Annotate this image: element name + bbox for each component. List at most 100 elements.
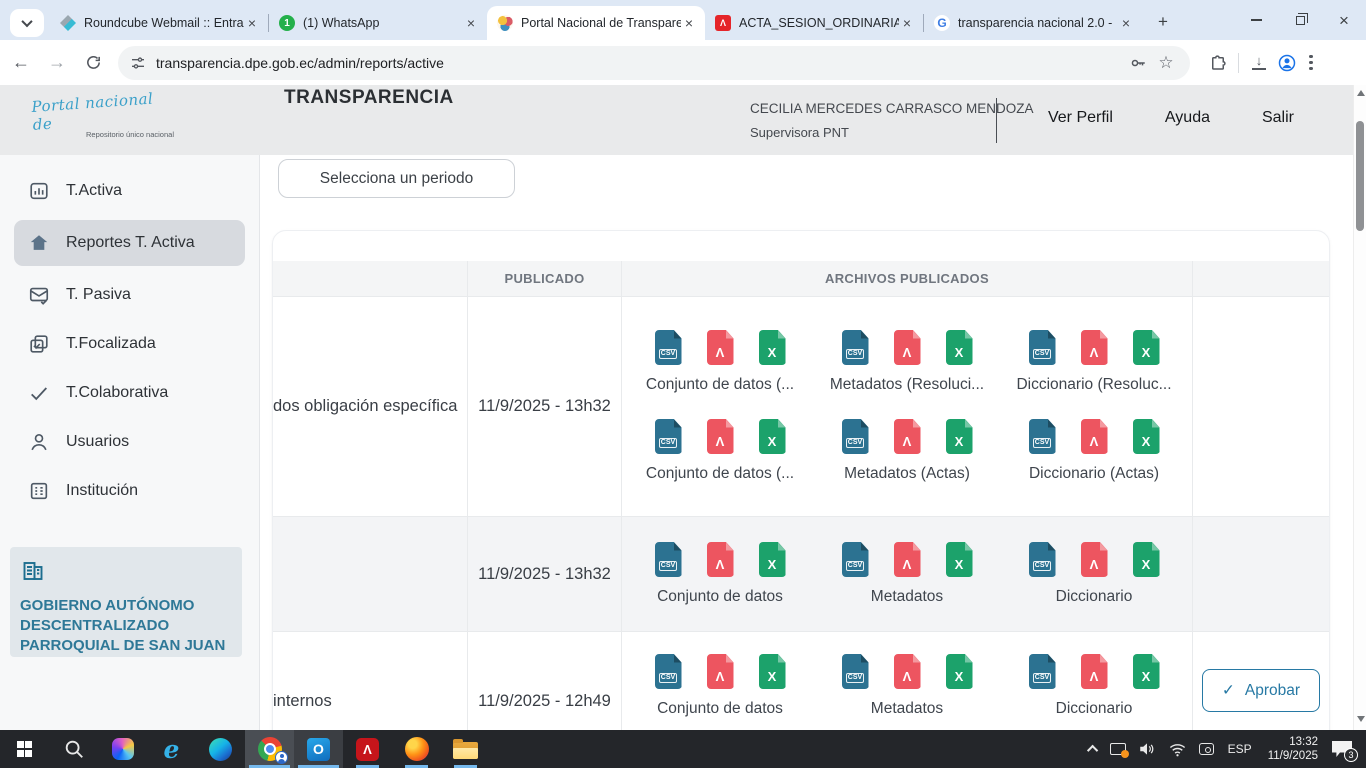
pdf-file-icon[interactable] (1081, 654, 1108, 689)
csv-file-icon[interactable]: CSV (1029, 654, 1056, 689)
copilot-button[interactable] (98, 730, 147, 768)
close-tab-icon[interactable]: × (899, 15, 915, 31)
outlook-button[interactable]: O (294, 730, 343, 768)
edge-button[interactable] (196, 730, 245, 768)
reload-button[interactable] (78, 48, 108, 78)
new-tab-button[interactable]: + (1150, 9, 1176, 35)
taskbar-clock[interactable]: 13:32 11/9/2025 (1260, 735, 1326, 763)
tab-search-button[interactable] (10, 9, 44, 37)
xls-file-icon[interactable]: X (1133, 330, 1160, 365)
sidebar-item-t-pasiva[interactable]: T. Pasiva (14, 275, 245, 315)
sidebar-item-reportes-t-activa[interactable]: Reportes T. Activa (14, 220, 245, 266)
csv-file-icon[interactable]: CSV (655, 542, 682, 577)
pdf-file-icon[interactable] (894, 419, 921, 454)
sidebar-item-t-focalizada[interactable]: T.Focalizada (14, 324, 245, 364)
csv-file-icon[interactable]: CSV (655, 419, 682, 454)
sidebar-item-institucion[interactable]: Institución (14, 471, 245, 511)
tab-roundcube[interactable]: Roundcube Webmail :: Entra × (50, 6, 268, 40)
tray-expand-button[interactable] (1084, 730, 1104, 768)
xls-file-icon[interactable]: X (946, 542, 973, 577)
xls-file-icon[interactable]: X (1133, 654, 1160, 689)
xls-file-icon[interactable]: X (946, 419, 973, 454)
csv-file-icon[interactable]: CSV (1029, 419, 1056, 454)
sidebar-item-t-colaborativa[interactable]: T.Colaborativa (14, 373, 245, 413)
pdf-file-icon[interactable] (707, 330, 734, 365)
csv-file-icon[interactable]: CSV (842, 419, 869, 454)
close-window-button[interactable]: × (1322, 0, 1366, 40)
chrome-profile-badge (275, 751, 288, 764)
chrome-button[interactable] (245, 730, 294, 768)
profile-button[interactable] (1273, 49, 1301, 77)
copy-check-icon (28, 333, 50, 355)
url-text[interactable]: transparencia.dpe.gob.ec/admin/reports/a… (156, 55, 1124, 71)
xls-file-icon[interactable]: X (1133, 419, 1160, 454)
period-selector[interactable]: Selecciona un periodo (278, 159, 515, 198)
pdf-file-icon[interactable] (1081, 419, 1108, 454)
csv-file-icon[interactable]: CSV (1029, 330, 1056, 365)
pdf-file-icon[interactable] (707, 654, 734, 689)
file-explorer-button[interactable] (441, 730, 490, 768)
browser-menu-button[interactable] (1301, 55, 1327, 71)
csv-file-icon[interactable]: CSV (842, 654, 869, 689)
bookmark-star-button[interactable]: ☆ (1152, 49, 1180, 77)
tab-google-search[interactable]: G transparencia nacional 2.0 - × (924, 6, 1142, 40)
tray-wifi-button[interactable] (1162, 730, 1193, 768)
taskbar-search-button[interactable] (49, 730, 98, 768)
minimize-button[interactable] (1234, 0, 1278, 40)
xls-file-icon[interactable]: X (946, 654, 973, 689)
sidebar-item-usuarios[interactable]: Usuarios (14, 422, 245, 462)
menu-salir[interactable]: Salir (1262, 109, 1294, 127)
menu-ayuda[interactable]: Ayuda (1165, 109, 1210, 127)
firefox-button[interactable] (392, 730, 441, 768)
pdf-file-icon[interactable] (1081, 330, 1108, 365)
csv-file-icon[interactable]: CSV (655, 654, 682, 689)
close-tab-icon[interactable]: × (681, 15, 697, 31)
close-tab-icon[interactable]: × (244, 15, 260, 31)
aprobar-button[interactable]: ✓ Aprobar (1202, 669, 1320, 712)
downloads-button[interactable]: ↓ (1245, 49, 1273, 77)
back-button[interactable]: ← (6, 48, 36, 78)
maximize-button[interactable] (1278, 0, 1322, 40)
scroll-down-arrow[interactable] (1357, 716, 1365, 722)
password-key-button[interactable] (1124, 49, 1152, 77)
pdf-file-icon[interactable] (894, 654, 921, 689)
tray-volume-button[interactable] (1132, 730, 1162, 768)
xls-file-icon[interactable]: X (759, 419, 786, 454)
tab-whatsapp[interactable]: 1 (1) WhatsApp × (269, 6, 487, 40)
pdf-file-icon[interactable] (707, 419, 734, 454)
scrollbar-thumb[interactable] (1356, 121, 1364, 231)
start-button[interactable] (0, 730, 49, 768)
close-tab-icon[interactable]: × (463, 15, 479, 31)
institution-card[interactable]: GOBIERNO AUTÓNOMO DESCENTRALIZADO PARROQ… (10, 547, 242, 657)
xls-file-icon[interactable]: X (759, 330, 786, 365)
csv-file-icon[interactable]: CSV (842, 542, 869, 577)
notification-center-button[interactable]: 3 (1326, 730, 1366, 768)
pdf-file-icon[interactable] (1081, 542, 1108, 577)
menu-ver-perfil[interactable]: Ver Perfil (1048, 109, 1113, 127)
pdf-file-icon[interactable] (707, 542, 734, 577)
site-settings-icon[interactable] (130, 55, 146, 71)
scroll-up-arrow[interactable] (1357, 90, 1365, 96)
acrobat-button[interactable]: Λ (343, 730, 392, 768)
close-tab-icon[interactable]: × (1118, 15, 1134, 31)
tray-meet-button[interactable] (1193, 730, 1220, 768)
extensions-button[interactable] (1204, 49, 1232, 77)
address-bar[interactable]: transparencia.dpe.gob.ec/admin/reports/a… (118, 46, 1190, 80)
tray-display-button[interactable] (1104, 730, 1132, 768)
xls-file-icon[interactable]: X (946, 330, 973, 365)
language-indicator[interactable]: ESP (1220, 730, 1260, 768)
forward-button[interactable]: → (42, 48, 72, 78)
xls-file-icon[interactable]: X (759, 654, 786, 689)
sidebar-item-t-activa[interactable]: T.Activa (14, 171, 245, 211)
page-scrollbar[interactable] (1353, 85, 1366, 730)
xls-file-icon[interactable]: X (1133, 542, 1160, 577)
xls-file-icon[interactable]: X (759, 542, 786, 577)
csv-file-icon[interactable]: CSV (842, 330, 869, 365)
tab-acta-pdf[interactable]: Λ ACTA_SESION_ORDINARIA.p × (705, 6, 923, 40)
pdf-file-icon[interactable] (894, 542, 921, 577)
internet-explorer-button[interactable]: e (147, 730, 196, 768)
tab-portal-active[interactable]: Portal Nacional de Transpare × (487, 6, 705, 40)
csv-file-icon[interactable]: CSV (1029, 542, 1056, 577)
csv-file-icon[interactable]: CSV (655, 330, 682, 365)
pdf-file-icon[interactable] (894, 330, 921, 365)
